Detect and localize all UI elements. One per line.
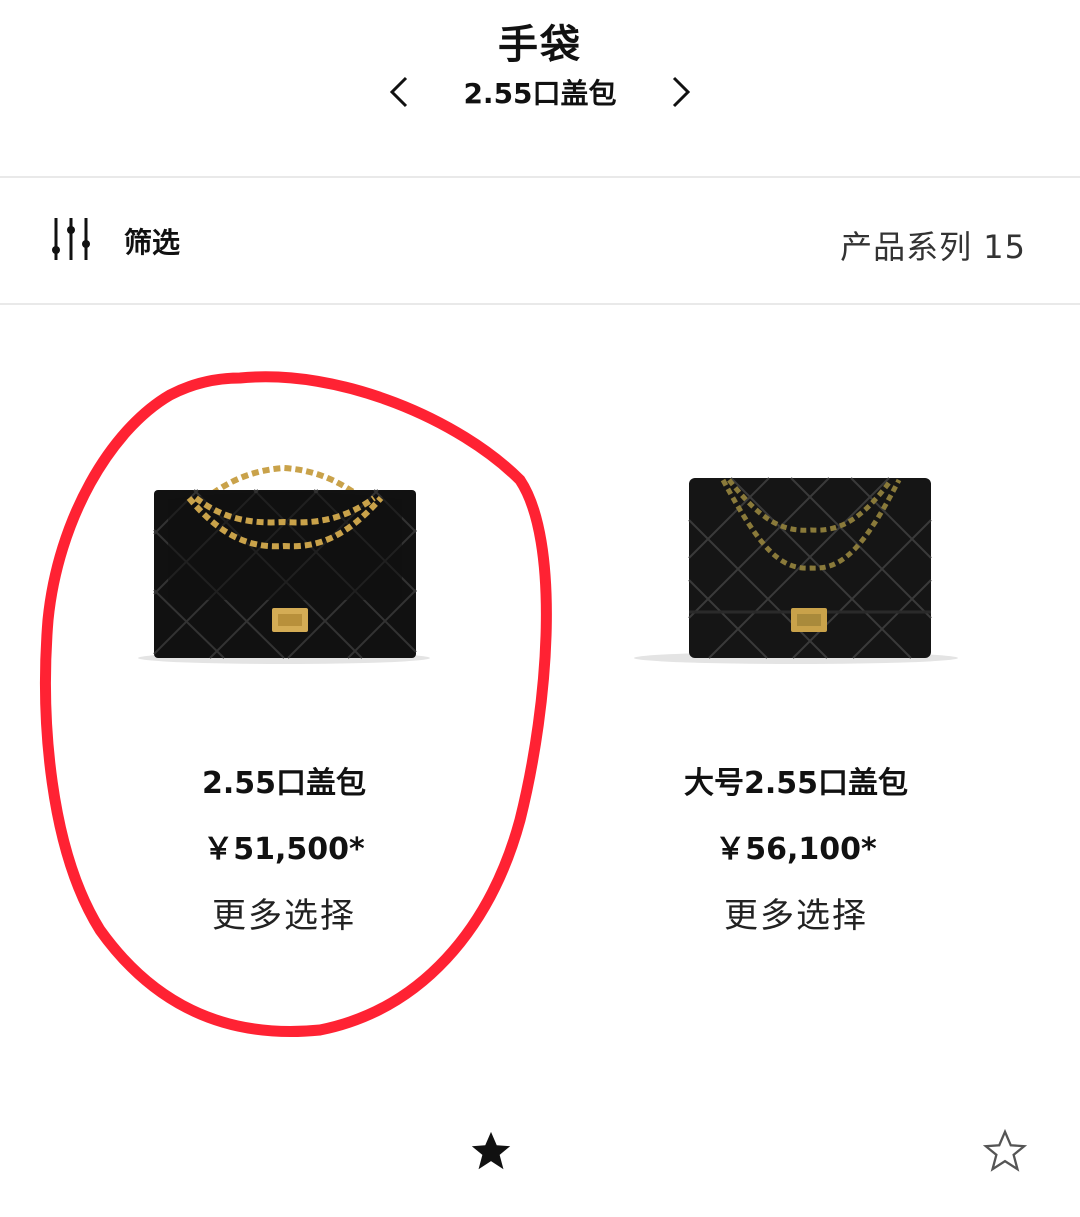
sliders-icon <box>48 216 94 266</box>
page-title: 手袋 <box>498 22 582 68</box>
product-name[interactable]: 2.55口盖包 <box>24 758 544 802</box>
filter-bar: 筛选 产品系列 15 <box>0 180 1080 302</box>
subcategory-label: 2.55口盖包 <box>463 77 617 110</box>
divider <box>0 303 1080 305</box>
product-card[interactable]: 2.55口盖包 ￥51,500* 更多选择 <box>24 440 544 937</box>
subcategory-nav: 2.55口盖包 <box>0 70 1080 114</box>
product-card[interactable]: 大号2.55口盖包 ￥56,100* 更多选择 <box>536 440 1056 937</box>
more-options-link[interactable]: 更多选择 <box>536 888 1056 937</box>
product-image[interactable] <box>134 440 434 666</box>
series-count: 产品系列 15 <box>840 228 1026 266</box>
product-price: ￥56,100* <box>715 832 877 867</box>
product-image[interactable] <box>631 440 961 666</box>
filter-label: 筛选 <box>124 226 181 259</box>
favorite-star-filled-icon[interactable] <box>468 1128 514 1174</box>
divider <box>0 176 1080 178</box>
chevron-left-icon[interactable] <box>380 70 420 114</box>
filter-button[interactable]: 筛选 <box>48 216 180 266</box>
product-name[interactable]: 大号2.55口盖包 <box>536 758 1056 802</box>
favorite-star-outline-icon[interactable] <box>982 1128 1028 1174</box>
product-price: ￥51,500* <box>203 832 365 867</box>
chevron-right-icon[interactable] <box>660 70 700 114</box>
more-options-link[interactable]: 更多选择 <box>24 888 544 937</box>
page-header: 手袋 2.55口盖包 <box>0 0 1080 176</box>
